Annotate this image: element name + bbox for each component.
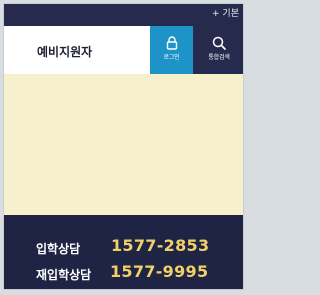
consultation-hotline-panel: 입학상담 1577-2853 재입학상담 1577-9995 bbox=[4, 215, 243, 289]
hotline-label: 입학상담 bbox=[36, 242, 81, 256]
login-button[interactable]: 로그인 bbox=[150, 26, 193, 74]
search-button[interactable]: 통합검색 bbox=[193, 26, 243, 74]
lock-icon bbox=[166, 36, 177, 50]
search-icon bbox=[212, 36, 226, 50]
hotline-label: 재입학상담 bbox=[36, 268, 92, 282]
hotline-number[interactable]: 1577-9995 bbox=[110, 262, 208, 281]
utility-link[interactable]: + 기본 bbox=[212, 8, 239, 20]
search-label: 통합검색 bbox=[208, 54, 230, 61]
mobile-viewport: + 기본 예비지원자 로그인 통합검색 입학상담 1577-2853 재입학상담… bbox=[3, 3, 244, 290]
brand-title[interactable]: 예비지원자 bbox=[37, 43, 92, 60]
top-utility-bar: + 기본 bbox=[4, 4, 243, 26]
hotline-number[interactable]: 1577-2853 bbox=[111, 236, 209, 255]
login-label: 로그인 bbox=[163, 54, 180, 61]
site-header: 예비지원자 로그인 통합검색 bbox=[4, 26, 243, 74]
